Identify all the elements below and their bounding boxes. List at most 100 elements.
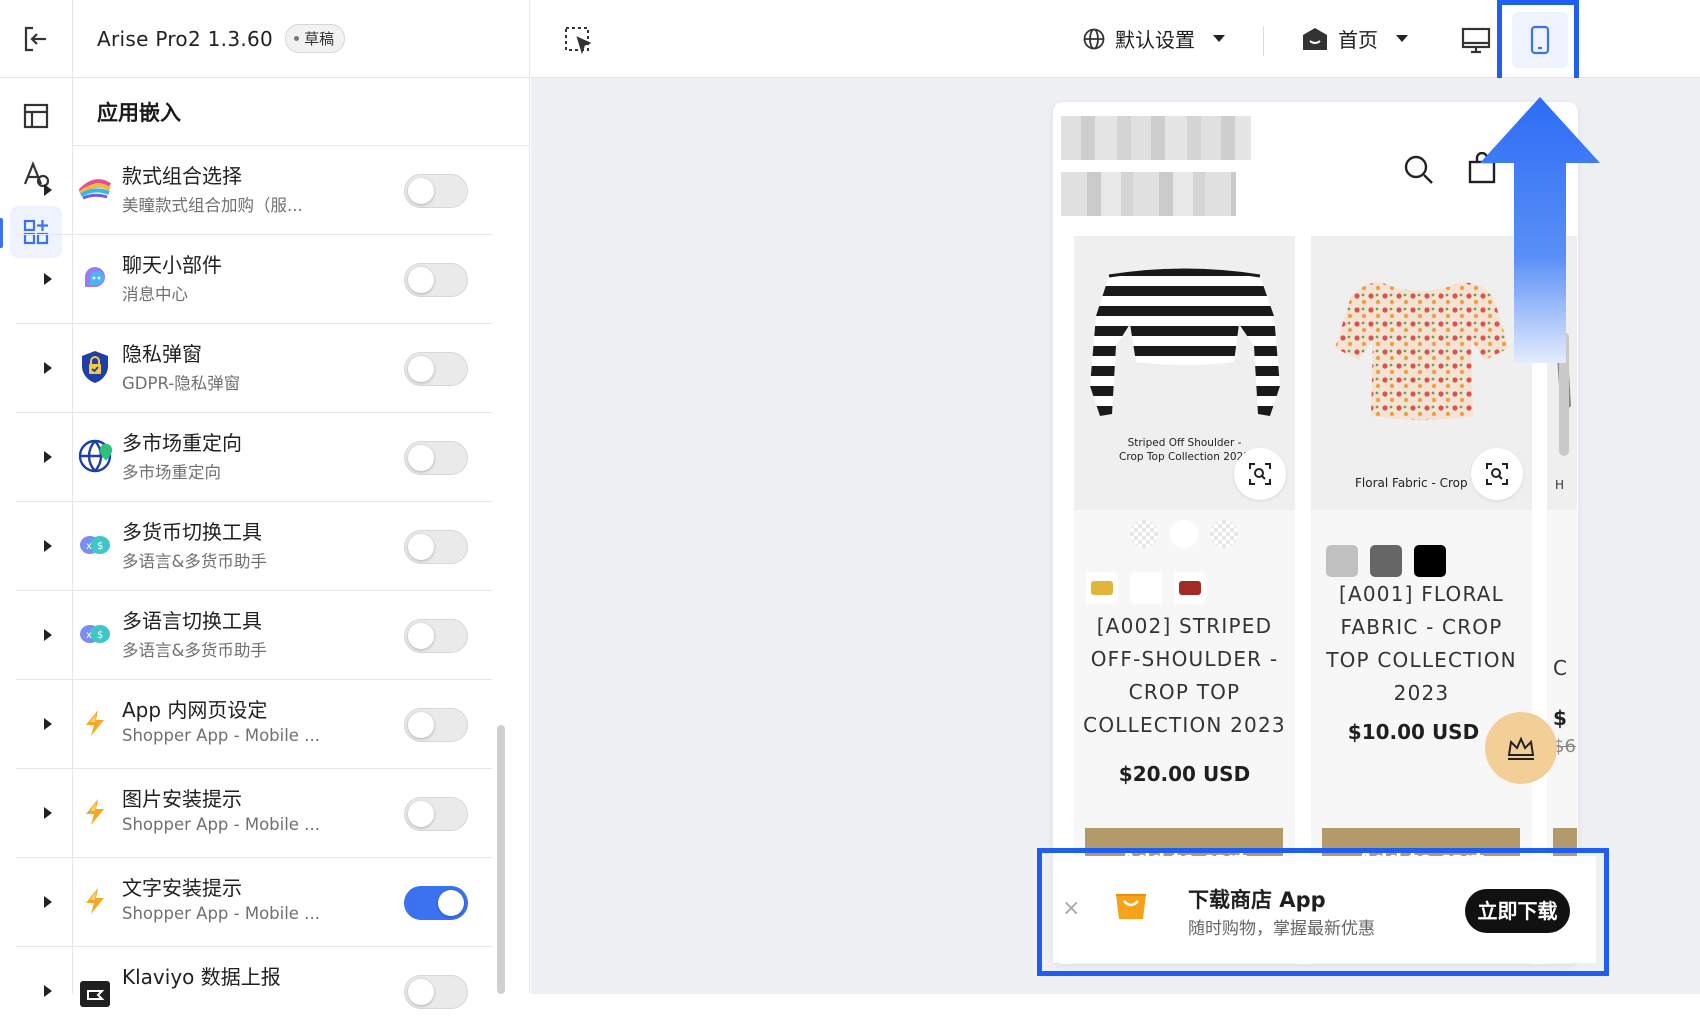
- enable-toggle[interactable]: [404, 263, 468, 297]
- desktop-preview-button[interactable]: [1460, 24, 1492, 56]
- exit-button[interactable]: [0, 0, 72, 78]
- expand-caret-icon[interactable]: [44, 807, 52, 819]
- product-image[interactable]: Striped Off Shoulder - Crop Top Collecti…: [1074, 236, 1295, 510]
- list-item[interactable]: 多市场重定向 多市场重定向: [16, 413, 492, 502]
- list-item[interactable]: 文字安装提示 Shopper App - Mobile ...: [16, 858, 492, 947]
- enable-toggle[interactable]: [404, 174, 468, 208]
- panel-header: Arise Pro2 1.3.60 草稿: [73, 0, 529, 78]
- list-item[interactable]: Klaviyo 数据上报: [16, 947, 492, 1036]
- expand-caret-icon[interactable]: [44, 985, 52, 997]
- item-title: 文字安装提示: [122, 876, 242, 900]
- partial-price: $: [1553, 706, 1567, 730]
- toggle-knob: [408, 356, 434, 382]
- toggle-knob: [408, 178, 434, 204]
- item-subtitle: 美瞳款式组合加购（服...: [122, 196, 303, 215]
- toggle-knob: [408, 801, 434, 827]
- item-subtitle: 多市场重定向: [122, 463, 221, 482]
- toggle-knob: [408, 267, 434, 293]
- page-dropdown[interactable]: 首页: [1302, 24, 1408, 53]
- item-subtitle: 消息中心: [122, 285, 188, 304]
- banner-highlight: [1037, 848, 1609, 976]
- toggle-knob: [408, 623, 434, 649]
- expand-caret-icon[interactable]: [44, 362, 52, 374]
- layout-icon: [23, 103, 49, 129]
- item-subtitle: 多语言&多货币助手: [122, 552, 267, 571]
- rail-active-indicator: [0, 218, 3, 248]
- globe-icon: [1083, 28, 1105, 49]
- rail-sections-button[interactable]: [10, 90, 62, 142]
- product-price: $20.00 USD: [1118, 762, 1251, 786]
- store-logo-blurred: [1061, 116, 1251, 160]
- color-swatch-yellow[interactable]: [1086, 572, 1118, 604]
- product-title-line: FABRIC - CROP: [1340, 615, 1503, 639]
- quick-view-button[interactable]: [1471, 448, 1523, 500]
- arrow-up-annotation-icon: [1480, 97, 1600, 363]
- list-item[interactable]: 聊天小部件 消息中心: [16, 235, 492, 324]
- desktop-icon: [1461, 27, 1491, 54]
- expand-caret-icon[interactable]: [44, 629, 52, 641]
- product-title[interactable]: [A001] FLORAL FABRIC - CROP TOP COLLECTI…: [1311, 578, 1532, 710]
- toggle-knob: [408, 712, 434, 738]
- color-swatch[interactable]: [1130, 520, 1158, 548]
- enable-toggle[interactable]: [404, 708, 468, 742]
- inspector-select-button[interactable]: [564, 26, 592, 55]
- list-item[interactable]: x $ 多语言切换工具 多语言&多货币助手: [16, 591, 492, 680]
- list-item[interactable]: x $ 多货币切换工具 多语言&多货币助手: [16, 502, 492, 591]
- product-title-line: [A001] FLORAL: [1338, 582, 1504, 606]
- language-bubble-icon: x $: [76, 615, 114, 653]
- color-swatch-white[interactable]: [1130, 572, 1162, 604]
- expand-caret-icon[interactable]: [44, 718, 52, 730]
- product-title-line: CROP TOP: [1128, 680, 1241, 704]
- zoom-scan-icon: [1249, 463, 1271, 485]
- locale-label: 默认设置: [1115, 28, 1195, 52]
- enable-toggle[interactable]: [404, 352, 468, 386]
- globe-pin-icon: [76, 437, 114, 475]
- list-item[interactable]: 隐私弹窗 GDPR-隐私弹窗: [16, 324, 492, 413]
- expand-caret-icon[interactable]: [44, 273, 52, 285]
- enable-toggle[interactable]: [404, 619, 468, 653]
- enable-toggle[interactable]: [404, 886, 468, 920]
- quick-view-button[interactable]: [1234, 448, 1286, 500]
- search-icon: [1404, 155, 1433, 184]
- enable-toggle[interactable]: [404, 797, 468, 831]
- product-title-line: [A002] STRIPED: [1096, 614, 1273, 638]
- item-title: 多货币切换工具: [122, 520, 262, 544]
- enable-toggle[interactable]: [404, 530, 468, 564]
- item-title: 聊天小部件: [122, 253, 222, 277]
- store-search-button[interactable]: [1403, 154, 1435, 186]
- chevron-down-icon: [1213, 35, 1225, 42]
- section-title: 应用嵌入: [73, 78, 529, 146]
- item-title: 多市场重定向: [122, 431, 242, 455]
- list-item[interactable]: 款式组合选择 美瞳款式组合加购（服...: [16, 146, 492, 235]
- color-swatch[interactable]: [1210, 520, 1238, 548]
- expand-caret-icon[interactable]: [44, 540, 52, 552]
- locale-dropdown[interactable]: 默认设置: [1083, 24, 1225, 53]
- list-item[interactable]: 图片安装提示 Shopper App - Mobile ...: [16, 769, 492, 858]
- item-subtitle: Shopper App - Mobile ...: [122, 726, 320, 745]
- color-swatch-gray[interactable]: [1370, 545, 1402, 577]
- select-cursor-icon: [565, 27, 592, 55]
- enable-toggle[interactable]: [404, 441, 468, 475]
- vip-crown-button[interactable]: [1485, 712, 1557, 784]
- expand-caret-icon[interactable]: [44, 896, 52, 908]
- top-toolbar: 默认设置 首页: [531, 0, 1700, 84]
- home-icon: [1303, 27, 1327, 50]
- color-swatch-black[interactable]: [1414, 545, 1446, 577]
- expand-caret-icon[interactable]: [44, 184, 52, 196]
- enable-toggle[interactable]: [404, 975, 468, 1009]
- expand-caret-icon[interactable]: [44, 451, 52, 463]
- panel-scrollbar[interactable]: [497, 725, 505, 994]
- item-subtitle: Shopper App - Mobile ...: [122, 904, 320, 923]
- list-item[interactable]: App 内网页设定 Shopper App - Mobile ...: [16, 680, 492, 769]
- item-title: Klaviyo 数据上报: [122, 965, 281, 989]
- toggle-knob: [408, 979, 434, 1005]
- lightning-icon: [76, 704, 114, 742]
- color-swatch-lightgray[interactable]: [1326, 545, 1358, 577]
- color-swatch[interactable]: [1170, 520, 1198, 548]
- klaviyo-flag-icon: [76, 971, 114, 1009]
- color-swatch-red[interactable]: [1174, 572, 1206, 604]
- status-badge-label: 草稿: [304, 30, 335, 48]
- store-logo-blurred: [1061, 172, 1236, 216]
- product-title[interactable]: [A002] STRIPED OFF-SHOULDER - CROP TOP C…: [1074, 610, 1295, 742]
- item-subtitle: Shopper App - Mobile ...: [122, 815, 320, 834]
